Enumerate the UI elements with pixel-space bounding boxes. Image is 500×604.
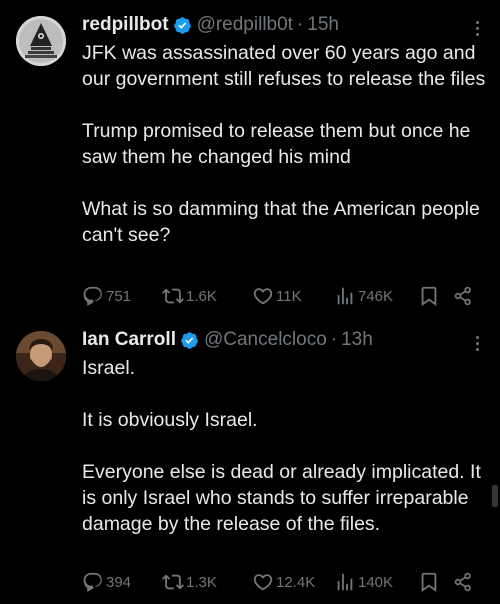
- tweet-text: JFK was assassinated over 60 years ago a…: [82, 40, 487, 248]
- avatar[interactable]: [16, 331, 66, 381]
- action-bar: 394 1.3K 12.4K 140K: [82, 570, 482, 594]
- repost-count: 1.3K: [186, 573, 217, 591]
- views-button[interactable]: 746K: [334, 284, 393, 308]
- tweet-paragraph: What is so damming that the American peo…: [82, 198, 480, 246]
- views-icon: [337, 287, 353, 305]
- views-icon: [337, 573, 353, 591]
- tweet-header: redpillbot @redpillb0t · 15h: [82, 13, 339, 37]
- repost-button[interactable]: 1.6K: [162, 284, 217, 308]
- scrollbar[interactable]: [492, 485, 498, 507]
- share-button[interactable]: [452, 284, 474, 308]
- share-icon: [454, 286, 471, 306]
- repost-button[interactable]: 1.3K: [162, 570, 217, 594]
- verified-badge-icon: [181, 331, 198, 349]
- share-button[interactable]: [452, 570, 474, 594]
- separator: ·: [296, 14, 304, 35]
- reply-count: 751: [106, 287, 132, 305]
- action-bar: 751 1.6K 11K 746K: [82, 284, 482, 308]
- bookmark-button[interactable]: [418, 570, 440, 594]
- tweet-header: Ian Carroll @Cancelcloco · 13h: [82, 328, 373, 352]
- reply-icon: [83, 572, 102, 592]
- like-count: 12.4K: [276, 573, 316, 591]
- repost-icon: [162, 574, 184, 590]
- tweet-text: Israel. It is obviously Israel. Everyone…: [82, 355, 487, 537]
- more-dots-icon[interactable]: [468, 334, 486, 352]
- avatar-image: [16, 331, 66, 381]
- views-count: 140K: [358, 573, 394, 591]
- handle[interactable]: @Cancelcloco: [204, 329, 327, 351]
- like-icon: [253, 288, 273, 305]
- reply-count: 394: [106, 573, 132, 591]
- tweet-paragraph: Everyone else is dead or already implica…: [82, 461, 481, 535]
- share-icon: [454, 572, 471, 592]
- like-count: 11K: [276, 287, 302, 305]
- reply-button[interactable]: 751: [82, 284, 131, 308]
- handle[interactable]: @redpillb0t: [197, 14, 293, 36]
- views-button[interactable]: 140K: [334, 570, 393, 594]
- display-name[interactable]: redpillbot: [82, 14, 169, 36]
- avatar[interactable]: [16, 16, 66, 66]
- separator: ·: [330, 329, 338, 350]
- reply-icon: [83, 286, 102, 306]
- verified-badge-icon: [173, 16, 191, 34]
- avatar-image: [16, 16, 66, 66]
- tweet-paragraph: It is obviously Israel.: [82, 409, 258, 431]
- tweet-paragraph: Trump promised to release them but once …: [82, 120, 471, 168]
- tweet[interactable]: Ian Carroll @Cancelcloco · 13h Israel. I…: [0, 320, 500, 604]
- tweet-paragraph: Israel.: [82, 357, 136, 379]
- more-dots-icon[interactable]: [468, 19, 486, 37]
- timestamp[interactable]: 15h: [307, 14, 339, 36]
- display-name[interactable]: Ian Carroll: [82, 329, 176, 351]
- reply-button[interactable]: 394: [82, 570, 131, 594]
- views-count: 746K: [358, 287, 394, 305]
- bookmark-button[interactable]: [418, 284, 440, 308]
- like-icon: [253, 574, 273, 591]
- bookmark-icon: [421, 572, 437, 593]
- repost-count: 1.6K: [186, 287, 217, 305]
- like-button[interactable]: 12.4K: [252, 570, 315, 594]
- tweet-paragraph: JFK was assassinated over 60 years ago a…: [82, 42, 486, 90]
- timestamp[interactable]: 13h: [341, 329, 373, 351]
- like-button[interactable]: 11K: [252, 284, 302, 308]
- tweet[interactable]: redpillbot @redpillb0t · 15h JFK was ass…: [0, 0, 500, 320]
- bookmark-icon: [421, 286, 437, 307]
- repost-icon: [162, 288, 184, 304]
